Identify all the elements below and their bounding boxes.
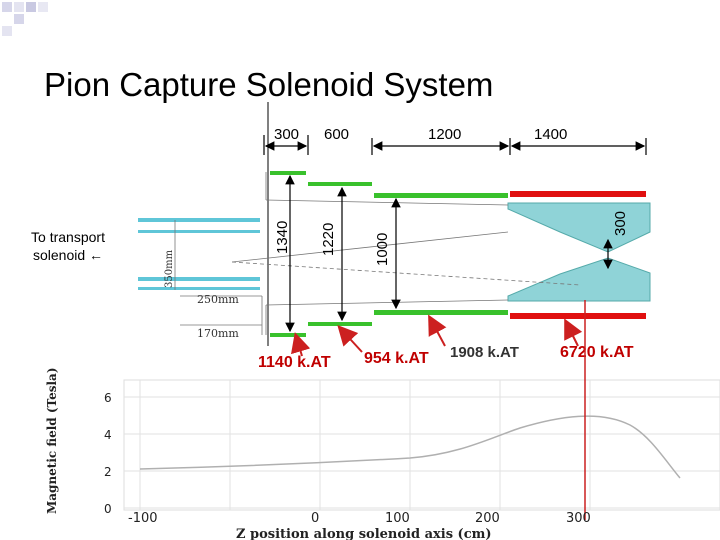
- plot-area: [123, 379, 720, 511]
- xtick-0: 0: [311, 511, 319, 526]
- ytick-4: 4: [104, 428, 112, 442]
- ytick-6: 6: [104, 391, 112, 405]
- xtick-200: 200: [475, 511, 500, 526]
- plot-ylabel: Magnetic field (Tesla): [45, 367, 59, 514]
- ytick-0: 0: [104, 502, 112, 516]
- xtick-300: 300: [566, 511, 591, 526]
- field-plot: 6 4 2 0 -100 0 100 200 300 Magnetic fiel…: [45, 300, 720, 540]
- plot-xlabel: Z position along solenoid axis (cm): [236, 527, 492, 540]
- ytick-2: 2: [104, 465, 112, 479]
- xtick-neg100: -100: [128, 511, 158, 526]
- xtick-100: 100: [385, 511, 410, 526]
